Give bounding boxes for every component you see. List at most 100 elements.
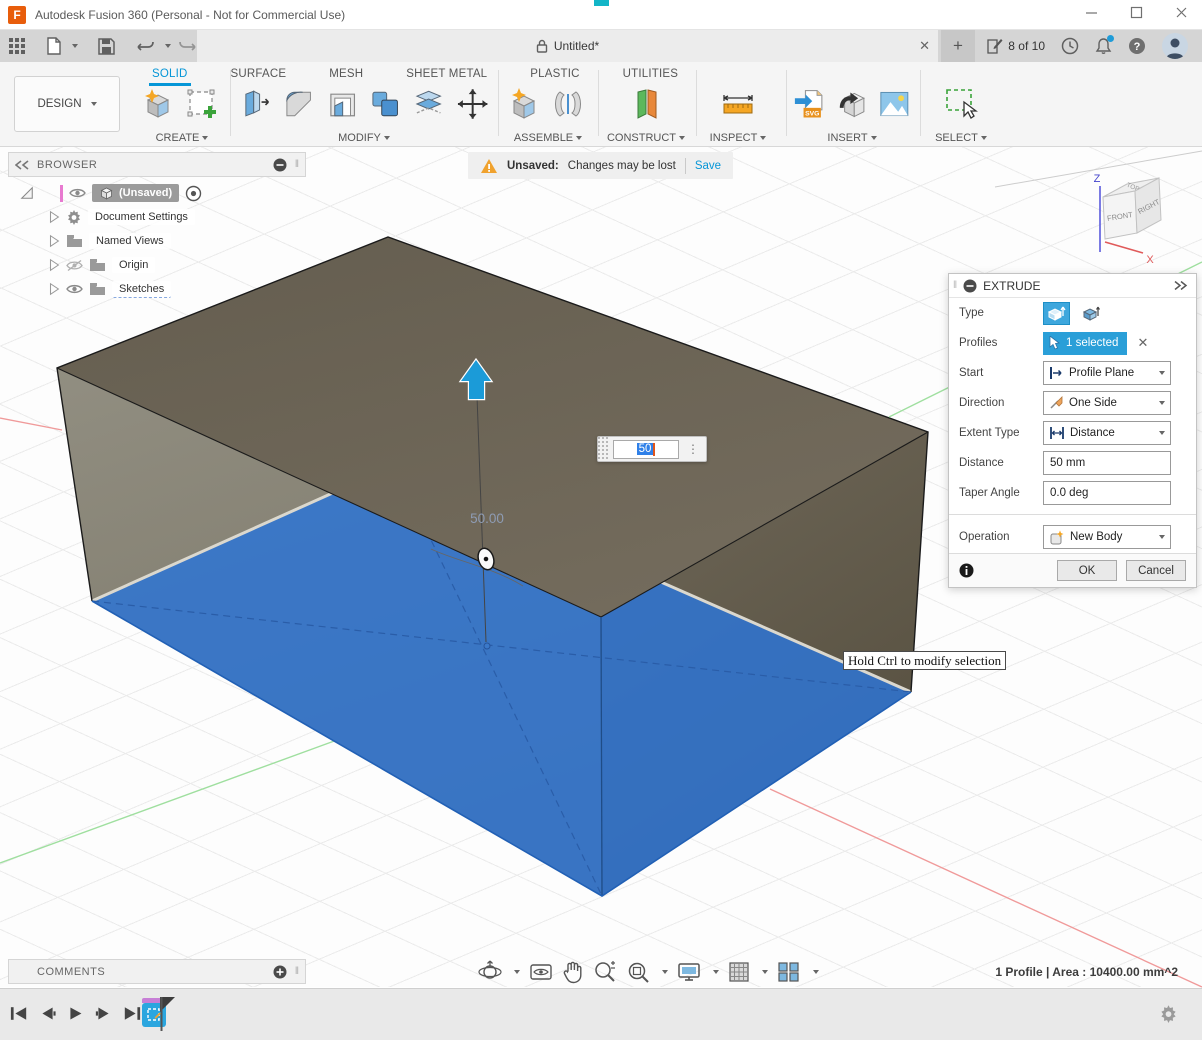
timeline-play-button[interactable] — [67, 1005, 84, 1022]
measure-icon[interactable] — [719, 86, 757, 122]
taper-angle-input[interactable]: 0.0 deg — [1043, 481, 1171, 505]
minimize-button[interactable] — [1083, 4, 1100, 21]
dialog-expand-icon[interactable] — [1174, 281, 1188, 290]
timeline-position-marker[interactable] — [159, 997, 177, 1038]
undo-icon[interactable] — [137, 38, 155, 54]
expand-arrow-icon[interactable] — [48, 282, 60, 296]
maximize-button[interactable] — [1128, 4, 1145, 21]
file-menu-caret[interactable] — [72, 44, 78, 48]
tab-plastic[interactable]: PLASTIC — [530, 68, 579, 86]
dimension-options-icon[interactable]: ⋮ — [679, 442, 706, 456]
direction-dropdown[interactable]: One Side — [1043, 391, 1171, 415]
tab-mesh[interactable]: MESH — [329, 68, 363, 86]
expand-arrow-icon[interactable] — [48, 258, 60, 272]
construct-plane-icon[interactable] — [628, 86, 664, 122]
undo-caret[interactable] — [165, 44, 171, 48]
browser-item-origin[interactable]: Origin — [8, 253, 306, 277]
file-menu-icon[interactable] — [46, 37, 62, 55]
timeline-step-back-button[interactable] — [39, 1005, 56, 1022]
move-icon[interactable] — [455, 86, 490, 122]
visibility-eye-icon[interactable] — [69, 187, 86, 199]
group-select[interactable]: SELECT — [926, 132, 996, 144]
profiles-selected-badge[interactable]: 1 selected — [1043, 332, 1127, 355]
type-extrude-thin-button[interactable] — [1078, 302, 1105, 325]
display-settings-icon[interactable] — [677, 961, 701, 983]
insert-mesh-icon[interactable] — [835, 86, 870, 122]
tab-close-icon[interactable]: ✕ — [919, 38, 930, 54]
dimension-drag-grip[interactable] — [598, 437, 610, 461]
browser-header[interactable]: BROWSER ‖ — [8, 152, 306, 177]
browser-item-sketches[interactable]: Sketches — [8, 277, 306, 301]
redo-icon[interactable] — [178, 38, 196, 54]
grid-caret[interactable] — [762, 970, 768, 974]
group-create[interactable]: CREATE — [140, 132, 224, 144]
distance-input[interactable]: 50 mm — [1043, 451, 1171, 475]
browser-root-row[interactable]: (Unsaved) — [8, 181, 306, 205]
fit-icon[interactable] — [626, 960, 650, 984]
comments-header[interactable]: COMMENTS ‖ — [8, 959, 306, 984]
display-caret[interactable] — [713, 970, 719, 974]
job-status-clock-icon[interactable] — [1061, 37, 1079, 55]
extrude-dialog-header[interactable]: ‖ EXTRUDE — [949, 274, 1196, 298]
new-solid-icon[interactable] — [140, 86, 176, 122]
fillet-icon[interactable] — [281, 86, 316, 122]
timeline-go-to-start-button[interactable] — [10, 1005, 28, 1022]
display-settings-icon[interactable] — [273, 158, 287, 172]
user-avatar[interactable] — [1162, 33, 1188, 59]
new-component-icon[interactable] — [506, 86, 542, 122]
timeline-go-to-end-button[interactable] — [123, 1005, 141, 1022]
look-at-icon[interactable] — [529, 961, 553, 983]
browser-item-document-settings[interactable]: Document Settings — [8, 205, 306, 229]
version-indicator[interactable]: 8 of 10 — [986, 38, 1045, 55]
tab-sheet-metal[interactable]: SHEET METAL — [406, 68, 487, 86]
new-tab-button[interactable]: + — [941, 30, 975, 62]
start-dropdown[interactable]: Profile Plane — [1043, 361, 1171, 385]
browser-item-named-views[interactable]: Named Views — [8, 229, 306, 253]
timeline-step-forward-button[interactable] — [95, 1005, 112, 1022]
root-document-item[interactable]: (Unsaved) — [92, 184, 179, 202]
app-grid-icon[interactable] — [8, 37, 26, 55]
fit-caret[interactable] — [662, 970, 668, 974]
design-workspace-selector[interactable]: DESIGN — [14, 76, 120, 132]
extent-type-dropdown[interactable]: Distance — [1043, 421, 1171, 445]
cancel-button[interactable]: Cancel — [1126, 560, 1186, 581]
joint-icon[interactable] — [550, 86, 586, 122]
orbit-icon[interactable] — [478, 960, 502, 984]
tab-surface[interactable]: SURFACE — [231, 68, 287, 86]
tab-solid[interactable]: SOLID — [152, 68, 188, 86]
shell-icon[interactable] — [325, 86, 360, 122]
combine-icon[interactable] — [368, 86, 403, 122]
viewports-icon[interactable] — [777, 961, 801, 983]
activate-radio-icon[interactable] — [185, 185, 202, 202]
group-assemble[interactable]: ASSEMBLE — [506, 132, 590, 144]
save-icon[interactable] — [98, 38, 115, 55]
expand-arrow-icon[interactable] — [48, 234, 60, 248]
info-icon[interactable] — [959, 563, 974, 578]
panel-grip[interactable]: ‖ — [295, 159, 299, 170]
orbit-caret[interactable] — [514, 970, 520, 974]
zoom-icon[interactable] — [593, 960, 617, 984]
document-tab[interactable]: Untitled* ✕ — [197, 30, 938, 62]
select-icon[interactable] — [942, 86, 980, 122]
tab-utilities[interactable]: UTILITIES — [623, 68, 678, 86]
type-extrude-solid-button[interactable] — [1043, 302, 1070, 325]
create-sketch-icon[interactable] — [184, 86, 220, 122]
grid-settings-icon[interactable] — [728, 961, 750, 983]
pan-icon[interactable] — [562, 960, 584, 984]
operation-dropdown[interactable]: New Body — [1043, 525, 1171, 549]
viewports-caret[interactable] — [813, 970, 819, 974]
help-icon[interactable]: ? — [1128, 37, 1146, 55]
collapse-left-icon[interactable] — [15, 160, 29, 170]
dialog-collapse-icon[interactable] — [963, 279, 977, 293]
close-button[interactable] — [1173, 4, 1190, 21]
clear-selection-icon[interactable]: ✕ — [1137, 335, 1148, 351]
ok-button[interactable]: OK — [1057, 560, 1117, 581]
press-pull-icon[interactable] — [238, 86, 273, 122]
offset-face-icon[interactable] — [411, 86, 446, 122]
expand-arrow-icon[interactable] — [48, 210, 60, 224]
root-expand-icon[interactable] — [20, 186, 34, 200]
group-modify[interactable]: MODIFY — [238, 132, 490, 144]
dialog-grip[interactable]: ‖ — [953, 280, 957, 291]
group-construct[interactable]: CONSTRUCT — [606, 132, 686, 144]
visibility-eye-icon[interactable] — [66, 283, 83, 295]
